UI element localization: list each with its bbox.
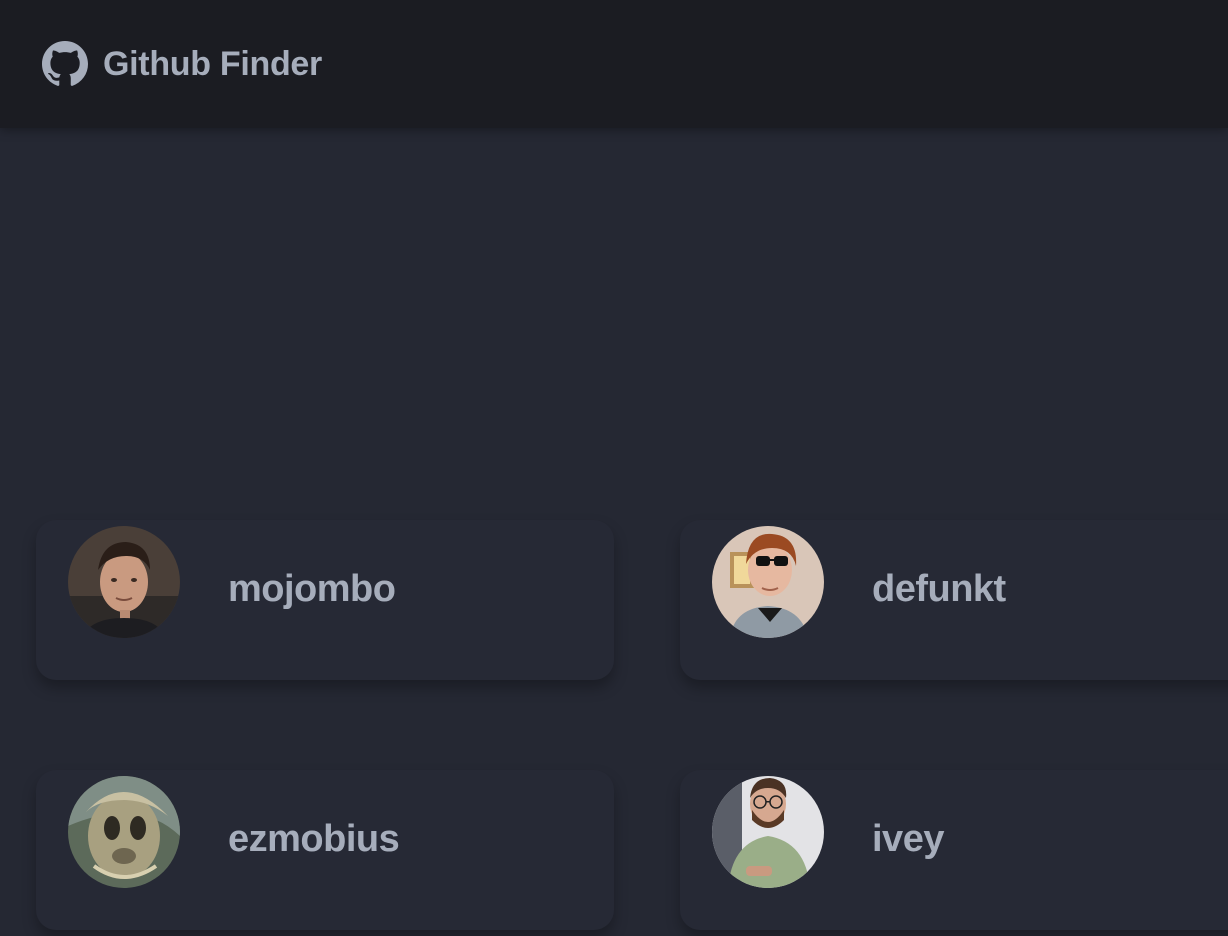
username[interactable]: ezmobius (228, 818, 400, 861)
app-title: Github Finder (103, 44, 322, 83)
user-card[interactable]: ivey (680, 770, 1228, 930)
username[interactable]: ivey (872, 818, 944, 861)
user-avatar[interactable] (68, 776, 180, 888)
user-avatar[interactable] (712, 776, 824, 888)
github-icon (42, 41, 88, 86)
user-avatar[interactable] (712, 526, 824, 638)
main-content: mojombo defunkt ezmobius ivey (0, 128, 1228, 936)
user-card[interactable]: mojombo (36, 520, 614, 680)
navbar: Github Finder (0, 0, 1228, 128)
user-card[interactable]: defunkt (680, 520, 1228, 680)
username[interactable]: defunkt (872, 568, 1006, 611)
brand-link[interactable]: Github Finder (42, 40, 322, 88)
username[interactable]: mojombo (228, 568, 396, 611)
user-card[interactable]: ezmobius (36, 770, 614, 930)
user-avatar[interactable] (68, 526, 180, 638)
